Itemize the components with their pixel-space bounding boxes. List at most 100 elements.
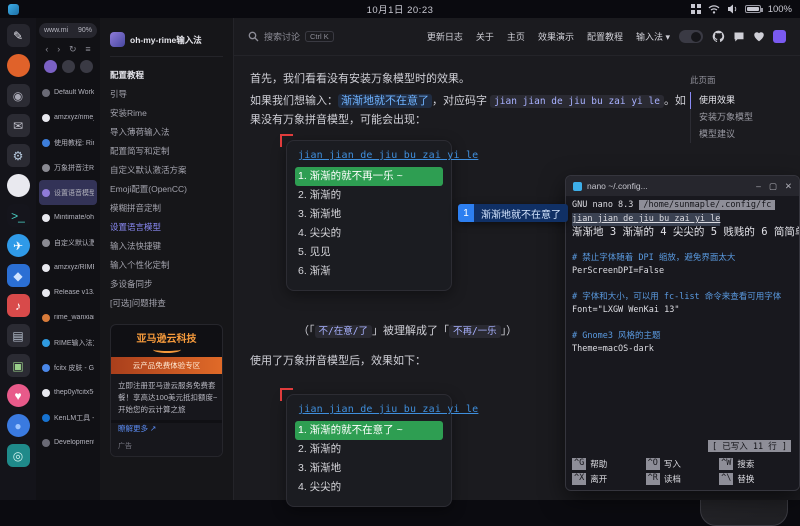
panel-icon[interactable]: ≡ bbox=[85, 44, 90, 55]
heart-icon[interactable] bbox=[753, 31, 765, 42]
nav-links: 更新日志关于主页效果演示配置教程输入法 ▾ bbox=[427, 30, 670, 43]
candidate-text: 渐渐地就不在意了 bbox=[474, 204, 568, 222]
tab-title: fcitx 皮肤 - Goo... bbox=[54, 363, 94, 373]
profile-avatar[interactable] bbox=[62, 60, 75, 73]
zoom-level[interactable]: 90% bbox=[78, 27, 92, 34]
browser-tab[interactable]: amzxyz/rime_wa... bbox=[39, 105, 97, 130]
virtual-desktop-grid-icon[interactable] bbox=[691, 4, 701, 14]
dock-app-icon[interactable]: ✉ bbox=[7, 114, 30, 137]
terminal-body[interactable]: GNU nano 8.3 /home/sunmaple/.config/fc j… bbox=[566, 196, 799, 490]
toc-item[interactable]: 安装万象模型 bbox=[690, 109, 798, 126]
dock-app-icon[interactable] bbox=[7, 174, 30, 197]
tab-favicon bbox=[42, 239, 50, 247]
paragraph-example: 如果我们想输入：渐渐地就不在意了，对应码字 jian jian de jiu b… bbox=[250, 92, 690, 130]
profile-row bbox=[39, 60, 97, 73]
dock-app-icon[interactable] bbox=[7, 54, 30, 77]
panel-icon[interactable]: ↻ bbox=[69, 44, 77, 55]
fcitx-candidate-popup: 1 渐渐地就不在意了 bbox=[458, 204, 568, 222]
dock-app-icon[interactable]: ◉ bbox=[7, 84, 30, 107]
tab-favicon bbox=[42, 214, 50, 222]
dock-app-icon[interactable]: ▣ bbox=[7, 354, 30, 377]
dock-app-icon[interactable]: ✈ bbox=[7, 234, 30, 257]
browser-tab[interactable]: Default Workspac bbox=[39, 80, 97, 105]
dock-app-icon[interactable]: ✎ bbox=[7, 24, 30, 47]
ad-brand: 亚马逊云科技 bbox=[111, 325, 222, 357]
browser-tab[interactable]: amzxyz/RIME-L... bbox=[39, 255, 97, 280]
extension-badge-icon[interactable] bbox=[773, 30, 786, 43]
terminal-title: nano ~/.config... bbox=[587, 181, 648, 191]
github-icon[interactable] bbox=[712, 30, 725, 43]
dock-app-icon[interactable]: ● bbox=[7, 414, 30, 437]
browser-tab[interactable]: fcitx 皮肤 - Goo... bbox=[39, 355, 97, 380]
tab-title: thep0y/fcitx5-th... bbox=[54, 389, 94, 396]
browser-tab[interactable]: 万象拼音注RIME... bbox=[39, 155, 97, 180]
tab-favicon bbox=[42, 139, 50, 147]
terminal-title-bar[interactable]: nano ~/.config... – ▢ ✕ bbox=[566, 176, 799, 196]
browser-tab[interactable]: KenLM工具 - 知... bbox=[39, 405, 97, 430]
nav-link[interactable]: 配置教程 bbox=[587, 30, 623, 43]
sidebar-nav-item[interactable]: 多设备同步 bbox=[110, 274, 223, 293]
terminal-line bbox=[572, 317, 793, 330]
ad-learn-more-link[interactable]: 瞭解更多 ↗ bbox=[118, 423, 215, 434]
nav-link[interactable]: 更新日志 bbox=[427, 30, 463, 43]
sidebar-nav-item[interactable]: [可选]问题排查 bbox=[110, 293, 223, 312]
sidebar-nav-item[interactable]: 输入个性化定制 bbox=[110, 255, 223, 274]
panel-icon[interactable]: ‹ bbox=[45, 44, 48, 55]
profile-avatar[interactable] bbox=[44, 60, 57, 73]
profile-avatar[interactable] bbox=[80, 60, 93, 73]
nav-link[interactable]: 输入法 ▾ bbox=[636, 30, 670, 43]
dock-app-icon[interactable]: ◆ bbox=[7, 264, 30, 287]
sidebar-nav-item[interactable]: 输入法快捷键 bbox=[110, 236, 223, 255]
browser-tab[interactable]: 使用教程: Rime... bbox=[39, 130, 97, 155]
site-brand[interactable]: oh-my-rime输入法 bbox=[110, 32, 223, 57]
browser-tab[interactable]: rime_wanxiang/... bbox=[39, 305, 97, 330]
browser-tab[interactable]: RIME输入法方案... bbox=[39, 330, 97, 355]
nav-link[interactable]: 主页 bbox=[507, 30, 525, 43]
minimize-icon[interactable]: – bbox=[756, 181, 761, 192]
browser-tab[interactable]: 自定义默认激活... bbox=[39, 230, 97, 255]
browser-tab[interactable]: thep0y/fcitx5-th... bbox=[39, 380, 97, 405]
browser-tab[interactable]: Release v13.0.2... bbox=[39, 280, 97, 305]
address-bar[interactable]: www.mi 90% bbox=[39, 23, 97, 38]
paragraph-intro: 首先，我们看看没有安装万象模型时的效果。 bbox=[250, 70, 680, 89]
sidebar-nav-item[interactable]: 设置语言模型 bbox=[110, 217, 223, 236]
chat-icon[interactable] bbox=[733, 31, 745, 43]
dock-app-icon[interactable]: ♥ bbox=[7, 384, 30, 407]
volume-icon[interactable] bbox=[727, 4, 738, 14]
advertisement-card[interactable]: 亚马逊云科技 云产品免费体验专区 立即注册亚马逊云服务免费套餐！享高达100美元… bbox=[110, 324, 223, 457]
theme-toggle[interactable] bbox=[679, 30, 703, 43]
maximize-icon[interactable]: ▢ bbox=[769, 181, 777, 192]
sidebar-nav-item[interactable]: 模糊拼音定制 bbox=[110, 198, 223, 217]
dock-app-icon[interactable]: ▤ bbox=[7, 324, 30, 347]
tab-favicon bbox=[42, 264, 50, 272]
desktop-logo-icon[interactable] bbox=[8, 4, 19, 15]
panel-icon[interactable]: › bbox=[57, 44, 60, 55]
toc-item[interactable]: 使用效果 bbox=[690, 92, 798, 109]
sidebar-nav-item[interactable]: 安装Rime bbox=[110, 103, 223, 122]
battery-icon[interactable] bbox=[745, 5, 761, 13]
wifi-icon[interactable] bbox=[708, 4, 720, 14]
dock-app-icon[interactable]: >_ bbox=[7, 204, 30, 227]
sidebar-nav-item[interactable]: 引导 bbox=[110, 84, 223, 103]
dock-app-icon[interactable]: ◎ bbox=[7, 444, 30, 467]
browser-tab[interactable]: Mintimate/oh-m... bbox=[39, 205, 97, 230]
terminal-line: # Gnome3 风格的主题 bbox=[572, 330, 793, 343]
dock-app-icon[interactable]: ♪ bbox=[7, 294, 30, 317]
search-box[interactable]: 搜索讨论 Ctrl K bbox=[248, 30, 334, 43]
sidebar-nav-item[interactable]: 配置教程 bbox=[110, 65, 223, 84]
browser-tab[interactable]: Development an... bbox=[39, 430, 97, 455]
nav-link[interactable]: 关于 bbox=[476, 30, 494, 43]
dock-app-icon[interactable]: ⚙ bbox=[7, 144, 30, 167]
close-icon[interactable]: ✕ bbox=[785, 181, 792, 192]
tab-title: KenLM工具 - 知... bbox=[54, 413, 94, 423]
browser-tab[interactable]: 设置语音模型... bbox=[39, 180, 97, 205]
terminal-window[interactable]: nano ~/.config... – ▢ ✕ GNU nano 8.3 /ho… bbox=[565, 175, 800, 491]
sidebar-nav-item[interactable]: Emoji配置(OpenCC) bbox=[110, 179, 223, 198]
toc-item[interactable]: 模型建议 bbox=[690, 126, 798, 143]
terminal-line bbox=[572, 278, 793, 291]
sidebar-nav-item[interactable]: 配置简写和定制 bbox=[110, 141, 223, 160]
sidebar-nav-item[interactable]: 自定义默认激活方案 bbox=[110, 160, 223, 179]
address-url: www.mi bbox=[44, 27, 68, 34]
nav-link[interactable]: 效果演示 bbox=[538, 30, 574, 43]
sidebar-nav-item[interactable]: 导入薄荷输入法 bbox=[110, 122, 223, 141]
